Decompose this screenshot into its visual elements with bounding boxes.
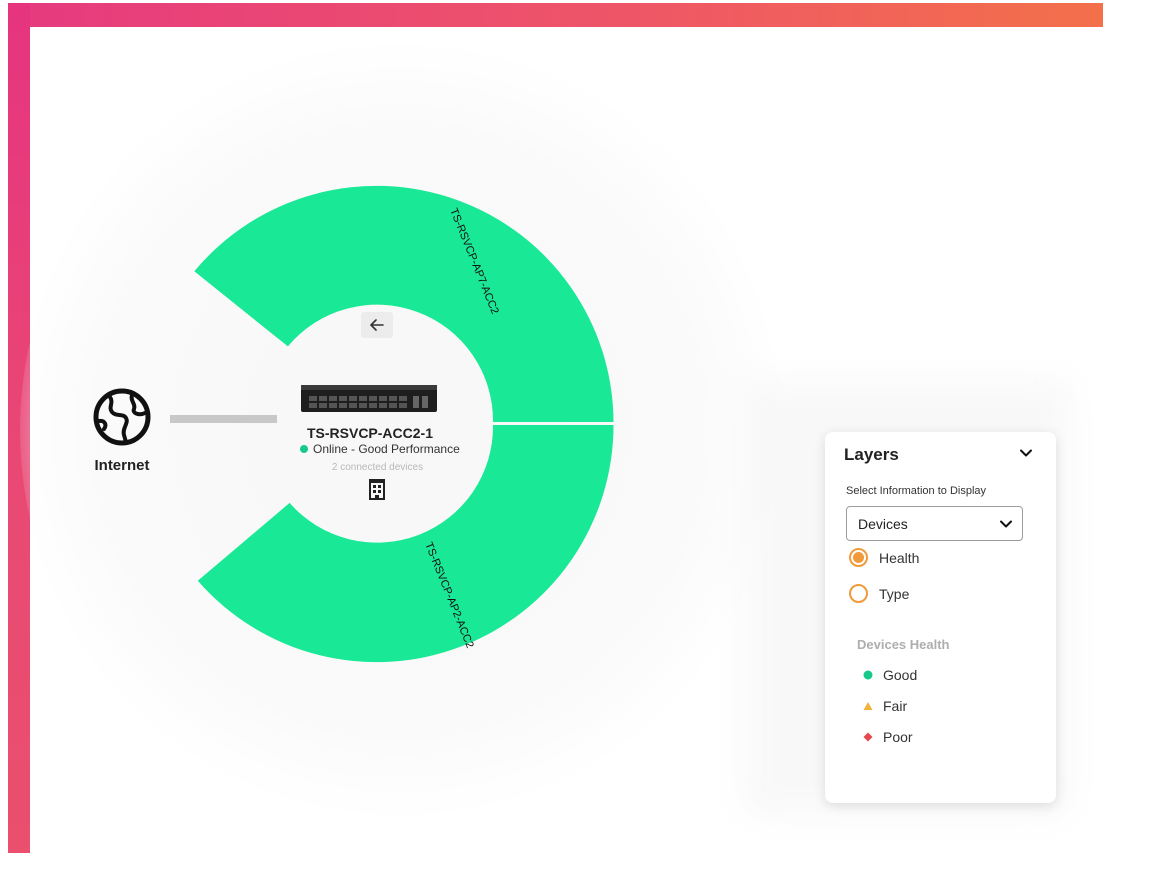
chevron-down-icon [1000, 520, 1012, 528]
chevron-down-icon[interactable] [1019, 446, 1033, 460]
display-select-value: Devices [858, 516, 908, 532]
fair-triangle-icon [863, 701, 873, 711]
building-icon[interactable] [367, 478, 387, 500]
status-good-dot [300, 445, 308, 453]
device-status-text: Online - Good Performance [313, 442, 460, 456]
radio-health[interactable]: Health [849, 548, 919, 567]
internet-link [170, 415, 277, 423]
globe-icon[interactable] [90, 385, 154, 449]
legend-item-good: Good [863, 667, 917, 683]
legend-poor-label: Poor [883, 729, 913, 745]
layers-subtitle: Select Information to Display [846, 485, 987, 497]
device-name: TS-RSVCP-ACC2-1 [306, 425, 433, 441]
legend-item-fair: Fair [863, 698, 907, 714]
ring-segment-bottom[interactable] [197, 425, 614, 663]
radio-health-circle[interactable] [849, 548, 868, 567]
legend-item-poor: Poor [863, 729, 913, 745]
radio-type-label: Type [879, 585, 910, 602]
layers-title: Layers [844, 445, 899, 464]
top-accent-bar [8, 3, 1103, 27]
connected-devices-count: 2 connected devices [331, 462, 424, 473]
back-button[interactable] [361, 312, 393, 338]
poor-diamond-icon [863, 732, 873, 742]
legend-good-label: Good [883, 667, 918, 683]
layers-panel: Layers Select Information to Display Dev… [825, 432, 1056, 803]
radio-health-label: Health [879, 549, 920, 566]
back-arrow-icon [370, 319, 384, 331]
radio-type-circle[interactable] [849, 584, 868, 603]
device-status: Online - Good Performance [300, 442, 470, 456]
legend-title: Devices Health [857, 637, 950, 652]
radio-type[interactable]: Type [849, 584, 909, 603]
good-circle-icon [863, 670, 873, 680]
switch-device-image[interactable] [300, 382, 438, 416]
internet-label: Internet [94, 457, 150, 474]
display-select[interactable]: Devices [846, 506, 1023, 541]
legend-fair-label: Fair [883, 698, 908, 714]
